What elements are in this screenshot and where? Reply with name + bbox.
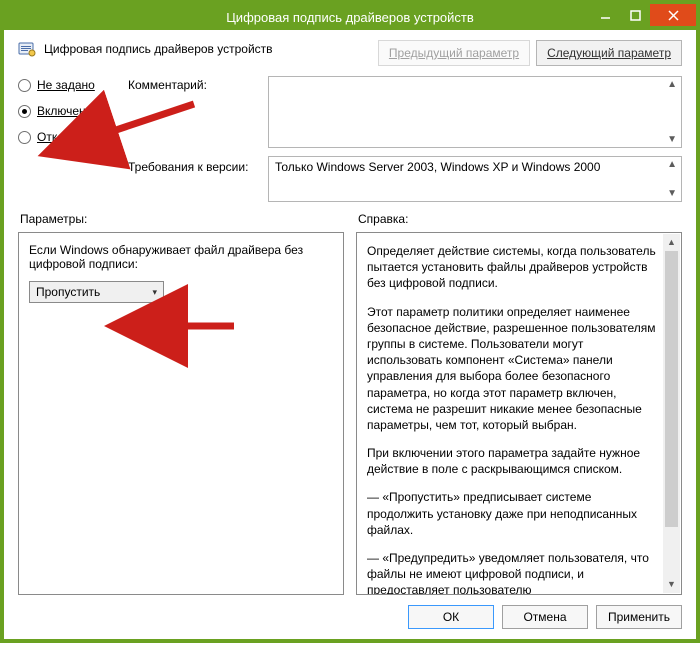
options-column: Параметры: Если Windows обнаруживает фай… (18, 212, 344, 595)
nav-buttons: Предыдущий параметр Следующий параметр (378, 40, 682, 66)
policy-header: Цифровая подпись драйверов устройств (18, 40, 273, 58)
cancel-button[interactable]: Отмена (502, 605, 588, 629)
select-value: Пропустить (36, 285, 100, 299)
dialog-footer: ОК Отмена Применить (18, 595, 682, 633)
policy-icon (18, 40, 36, 58)
help-paragraph: Определяет действие системы, когда польз… (367, 243, 659, 292)
maximize-button[interactable] (620, 4, 650, 26)
group-policy-editor-window: Цифровая подпись драйверов устройств (0, 0, 700, 643)
radio-label: Не задано (37, 78, 95, 92)
help-label: Справка: (356, 212, 682, 226)
requirements-box: Только Windows Server 2003, Windows XP и… (268, 156, 682, 202)
scroll-up-icon: ▲ (667, 79, 677, 90)
ok-button[interactable]: ОК (408, 605, 494, 629)
scroll-down-icon: ▼ (667, 134, 677, 145)
help-panel: Определяет действие системы, когда польз… (356, 232, 682, 595)
comment-label: Комментарий: (128, 76, 268, 92)
radio-label: Включено (37, 104, 92, 118)
titlebar: Цифровая подпись драйверов устройств (4, 4, 696, 30)
help-paragraph: — «Предупредить» уведомляет пользователя… (367, 550, 659, 595)
help-paragraph: При включении этого параметра задайте ну… (367, 445, 659, 477)
radio-not-configured[interactable]: Не задано (18, 78, 128, 92)
help-paragraph: Этот параметр политики определяет наимен… (367, 304, 659, 434)
close-button[interactable] (650, 4, 696, 26)
comment-textarea[interactable]: ▲ ▼ (268, 76, 682, 148)
scroll-up-button[interactable]: ▲ (663, 234, 680, 251)
radio-disabled[interactable]: Отключено (18, 130, 128, 144)
radio-enabled[interactable]: Включено (18, 104, 128, 118)
previous-setting-button[interactable]: Предыдущий параметр (378, 40, 530, 66)
options-prompt: Если Windows обнаруживает файл драйвера … (29, 243, 333, 271)
minimize-button[interactable] (590, 4, 620, 26)
radio-icon (18, 79, 31, 92)
top-grid: Не задано Включено Отключено Комментарий… (18, 76, 682, 202)
scroll-down-button[interactable]: ▼ (663, 576, 680, 593)
requirements-text: Только Windows Server 2003, Windows XP и… (275, 160, 600, 174)
next-setting-button[interactable]: Следующий параметр (536, 40, 682, 66)
chevron-down-icon: ▾ (152, 287, 157, 298)
apply-button[interactable]: Применить (596, 605, 682, 629)
help-column: Справка: Определяет действие системы, ко… (356, 212, 682, 595)
content-area: Цифровая подпись драйверов устройств Пре… (4, 30, 696, 639)
requirements-label: Требования к версии: (128, 156, 268, 174)
radio-label: Отключено (37, 130, 99, 144)
header-row: Цифровая подпись драйверов устройств Пре… (18, 40, 682, 66)
window-controls (590, 4, 696, 26)
radio-icon (18, 105, 31, 118)
help-paragraph: — «Пропустить» предписывает системе прод… (367, 489, 659, 538)
options-label: Параметры: (18, 212, 344, 226)
scroll-up-icon: ▲ (667, 159, 677, 170)
scroll-thumb[interactable] (665, 251, 678, 527)
action-select[interactable]: Пропустить ▾ (29, 281, 164, 303)
policy-title: Цифровая подпись драйверов устройств (44, 42, 273, 56)
state-radio-group: Не задано Включено Отключено (18, 76, 128, 156)
scroll-track[interactable] (663, 251, 680, 576)
lower-panels: Параметры: Если Windows обнаруживает фай… (18, 212, 682, 595)
radio-icon (18, 131, 31, 144)
options-panel: Если Windows обнаруживает файл драйвера … (18, 232, 344, 595)
help-scrollbar[interactable]: ▲ ▼ (663, 234, 680, 593)
scroll-down-icon: ▼ (667, 188, 677, 199)
